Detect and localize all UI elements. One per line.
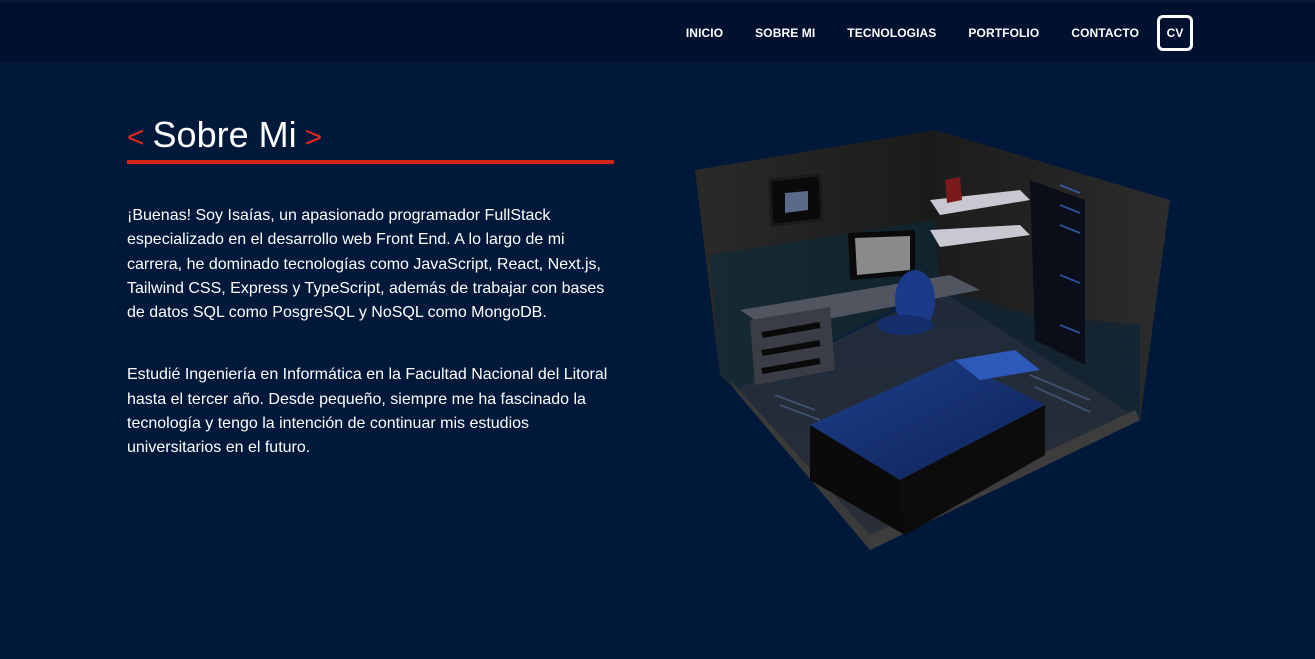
shelf-books	[945, 177, 962, 203]
section-title: < Sobre Mi >	[127, 112, 617, 158]
wall-picture	[785, 191, 808, 213]
window-frame	[1030, 180, 1085, 365]
title-bracket-close: >	[304, 121, 323, 154]
nav-link-inicio[interactable]: INICIO	[686, 26, 723, 40]
isometric-bedroom-illustration	[695, 130, 1170, 550]
about-section: < Sobre Mi > ¡Buenas! Soy Isaías, un apasi…	[127, 112, 617, 461]
title-text: Sobre Mi	[152, 114, 297, 155]
nav-link-tecnologias[interactable]: TECNOLOGIAS	[847, 26, 936, 40]
about-paragraph-intro: ¡Buenas! Soy Isaías, un apasionado progr…	[127, 207, 605, 322]
desk-chair-seat	[877, 315, 933, 335]
title-underline	[127, 160, 614, 164]
navbar: INICIO SOBRE MI TECNOLOGIAS PORTFOLIO CO…	[0, 0, 1315, 62]
nav-links: INICIO SOBRE MI TECNOLOGIAS PORTFOLIO CO…	[686, 2, 1193, 64]
monitor-screen	[855, 236, 910, 275]
title-bracket-open: <	[127, 121, 145, 154]
cv-button[interactable]: CV	[1157, 15, 1193, 51]
nav-link-portfolio[interactable]: PORTFOLIO	[968, 26, 1039, 40]
nav-link-contacto[interactable]: CONTACTO	[1071, 26, 1139, 40]
nav-link-sobre-mi[interactable]: SOBRE MI	[755, 26, 815, 40]
about-paragraph-education: Estudié Ingeniería en Informática en la …	[127, 366, 608, 457]
